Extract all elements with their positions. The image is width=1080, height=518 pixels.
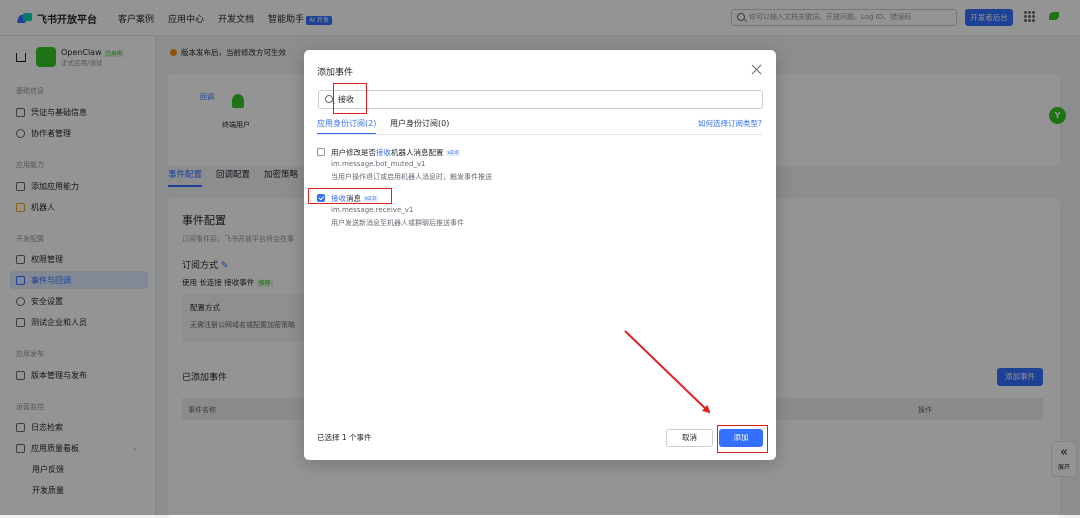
event-name: 用户修改是否接收机器人消息配置 v2.0: [331, 147, 461, 158]
close-icon[interactable]: [751, 64, 762, 75]
event-checkbox[interactable]: [317, 148, 325, 156]
version-badge: v2.0: [445, 150, 461, 156]
tab-user-identity[interactable]: 用户身份订阅(0): [390, 118, 449, 129]
subscription-tabs: 应用身份订阅(2) 用户身份订阅(0) 如何选择订阅类型?: [317, 118, 762, 135]
subscription-help-link[interactable]: 如何选择订阅类型?: [698, 118, 762, 129]
event-name-keyword: 接收: [376, 148, 391, 157]
cancel-button[interactable]: 取消: [666, 429, 713, 447]
selected-count: 已选择 1 个事件: [317, 433, 372, 442]
event-description: 当用户操作退订或启用机器人消息时，触发事件推送: [331, 173, 492, 181]
event-name-prefix: 用户修改是否: [331, 148, 376, 157]
annotation-box-search: [333, 83, 367, 114]
annotation-box-add-button: [717, 425, 768, 453]
event-description: 用户发送新消息至机器人或群聊后推送事件: [331, 219, 464, 227]
event-name-suffix: 机器人消息配置: [391, 148, 444, 157]
event-search-field[interactable]: [338, 93, 738, 106]
search-icon: [325, 95, 333, 103]
event-code: im.message.receive_v1: [331, 206, 414, 214]
dialog-title: 添加事件: [317, 68, 354, 78]
tab-app-identity[interactable]: 应用身份订阅(2): [317, 118, 377, 134]
event-search-input[interactable]: [318, 90, 763, 109]
event-code: im.message.bot_muted_v1: [331, 160, 426, 168]
annotation-box-checkbox: [308, 188, 392, 204]
event-item-bot-muted[interactable]: 用户修改是否接收机器人消息配置 v2.0 im.message.bot_muted…: [317, 147, 757, 183]
add-event-dialog: 添加事件 应用身份订阅(2) 用户身份订阅(0) 如何选择订阅类型? 用户修改是…: [304, 50, 776, 460]
